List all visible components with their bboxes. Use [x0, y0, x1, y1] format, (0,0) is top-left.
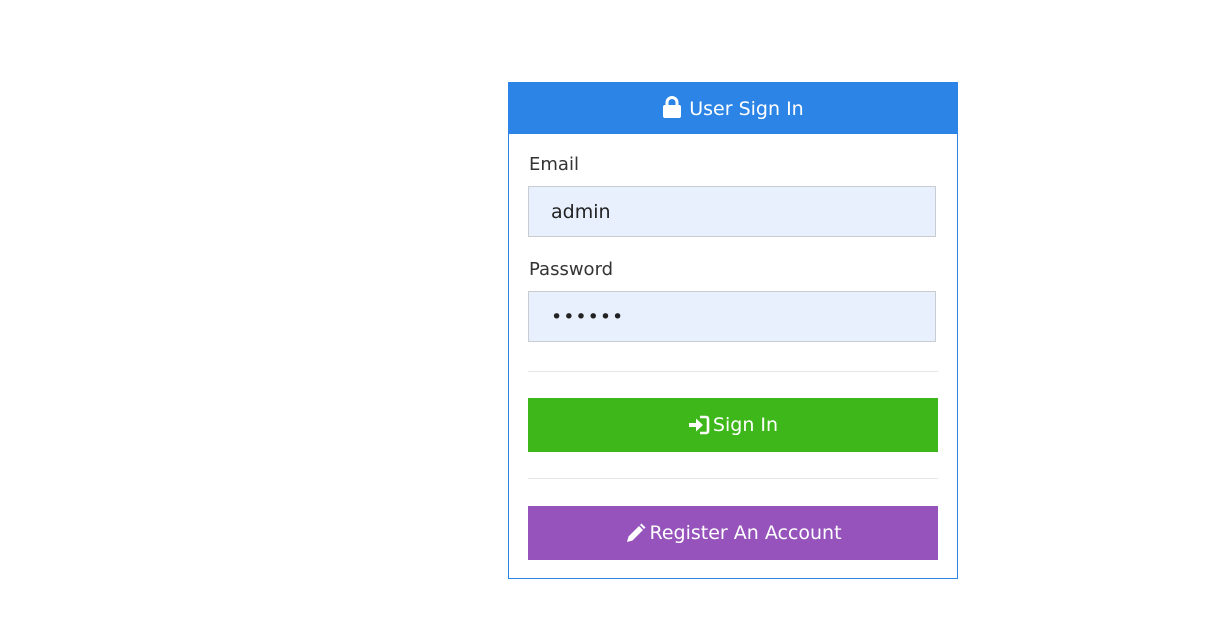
- pencil-icon: [627, 523, 646, 542]
- divider: [528, 478, 938, 479]
- sign-in-button[interactable]: Sign In: [528, 398, 938, 452]
- register-button[interactable]: Register An Account: [528, 506, 938, 560]
- lock-icon: [663, 96, 682, 118]
- register-label: Register An Account: [649, 522, 842, 544]
- email-label: Email: [529, 154, 579, 175]
- password-label: Password: [529, 259, 614, 280]
- email-field[interactable]: [528, 186, 936, 237]
- password-field[interactable]: [528, 291, 936, 342]
- sign-in-panel: User Sign In Email Password Sign In Regi…: [508, 82, 958, 579]
- divider: [528, 371, 938, 372]
- panel-heading: User Sign In: [509, 83, 957, 134]
- sign-in-label: Sign In: [712, 414, 779, 436]
- sign-in-icon: [688, 415, 710, 435]
- panel-title: User Sign In: [689, 97, 804, 120]
